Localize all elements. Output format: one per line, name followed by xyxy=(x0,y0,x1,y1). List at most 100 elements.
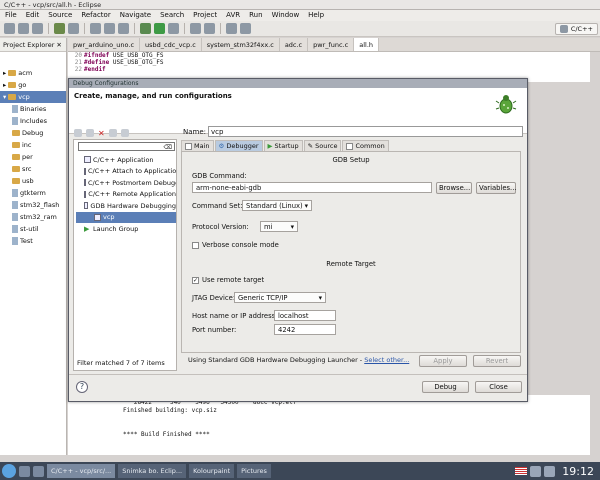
apply-button[interactable]: Apply xyxy=(419,355,467,367)
filter-config-icon[interactable] xyxy=(120,129,129,137)
menu-window[interactable]: Window xyxy=(272,11,300,20)
close-button[interactable]: Close xyxy=(475,381,522,393)
filter-input[interactable]: ⌫ xyxy=(78,142,175,151)
menu-edit[interactable]: Edit xyxy=(26,11,40,20)
project-item[interactable]: per xyxy=(0,151,66,163)
port-input[interactable]: 4242 xyxy=(274,324,336,335)
revert-button[interactable]: Revert xyxy=(473,355,521,367)
open-type-icon[interactable] xyxy=(204,23,215,34)
browse-button[interactable]: Browse... xyxy=(436,182,472,194)
delete-config-icon[interactable]: ✕ xyxy=(98,129,105,138)
tab-startup[interactable]: ▶ Startup xyxy=(263,140,303,151)
build-icon[interactable] xyxy=(54,23,65,34)
tab-common[interactable]: Common xyxy=(342,140,389,151)
build-config-icon[interactable] xyxy=(68,23,79,34)
binaries-icon xyxy=(12,105,18,113)
editor-tab[interactable]: pwr_arduino_uno.c xyxy=(68,38,141,51)
forward-icon[interactable] xyxy=(240,23,251,34)
dialog-title[interactable]: Debug Configurations xyxy=(69,79,527,88)
project-item[interactable]: stm32_flash xyxy=(0,199,66,211)
gdb-command-input[interactable]: arm-none-eabi-gdb xyxy=(192,182,432,193)
task-pictures[interactable]: Pictures xyxy=(237,464,271,478)
project-item[interactable]: st-util xyxy=(0,223,66,235)
command-set-select[interactable]: Standard (Linux) ▾ xyxy=(242,200,312,211)
config-type-item[interactable]: C/C++ Remote Application xyxy=(76,189,176,201)
print-icon[interactable] xyxy=(32,23,43,34)
new-project-icon[interactable] xyxy=(90,23,101,34)
config-type-item[interactable]: GDB Hardware Debugging xyxy=(76,200,176,212)
project-item[interactable]: Test xyxy=(0,235,66,247)
project-item[interactable]: gtkterm xyxy=(0,187,66,199)
verbose-checkbox[interactable]: Verbose console mode xyxy=(192,241,279,249)
menu-help[interactable]: Help xyxy=(308,11,324,20)
kde-menu-icon[interactable] xyxy=(2,464,16,478)
new-config-icon[interactable] xyxy=(74,129,82,137)
task-kolourpaint[interactable]: Kolourpaint xyxy=(189,464,235,478)
perspective-switcher[interactable]: C/C++ xyxy=(554,23,598,35)
us-flag-icon[interactable] xyxy=(515,467,528,475)
run-icon[interactable] xyxy=(154,23,165,34)
project-item-selected[interactable]: ▾ vcp xyxy=(0,91,66,103)
menu-avr[interactable]: AVR xyxy=(226,11,240,20)
collapse-all-icon[interactable] xyxy=(108,129,117,137)
editor-tab[interactable]: adc.c xyxy=(279,38,309,51)
project-explorer-title[interactable]: Project Explorer ✕ xyxy=(0,38,66,52)
use-remote-target-checkbox[interactable]: ✓ Use remote target xyxy=(192,276,264,284)
protocol-version-select[interactable]: mi ▾ xyxy=(260,221,298,232)
variables-button[interactable]: Variables... xyxy=(476,182,517,194)
menu-file[interactable]: File xyxy=(5,11,17,20)
show-desktop-icon[interactable] xyxy=(19,465,30,477)
menu-run[interactable]: Run xyxy=(249,11,262,20)
project-item[interactable]: inc xyxy=(0,139,66,151)
new-icon[interactable] xyxy=(4,23,15,34)
save-icon[interactable] xyxy=(18,23,29,34)
tab-debugger[interactable]: ⚙ Debugger xyxy=(214,140,263,151)
network-icon[interactable] xyxy=(544,465,556,477)
search-icon[interactable] xyxy=(190,23,201,34)
project-item[interactable]: ▸ acm xyxy=(0,67,66,79)
task-snapshot[interactable]: Snimka bo. Eclip... xyxy=(118,464,187,478)
help-icon[interactable]: ? xyxy=(76,381,88,393)
debug-button[interactable]: Debug xyxy=(422,381,469,393)
menu-source[interactable]: Source xyxy=(48,11,72,20)
project-item[interactable]: ▸ go xyxy=(0,79,66,91)
external-tools-icon[interactable] xyxy=(168,23,179,34)
project-item[interactable]: usb xyxy=(0,175,66,187)
clock[interactable]: 19:12 xyxy=(562,465,598,478)
project-item[interactable]: Binaries xyxy=(0,103,66,115)
menu-project[interactable]: Project xyxy=(193,11,217,20)
project-item[interactable]: stm32_ram xyxy=(0,211,66,223)
config-type-item[interactable]: ▶ Launch Group xyxy=(76,223,176,235)
debug-icon[interactable] xyxy=(140,23,151,34)
file-manager-icon[interactable] xyxy=(33,465,44,477)
new-source-icon[interactable] xyxy=(104,23,115,34)
open-perspective-icon[interactable] xyxy=(559,25,568,33)
menu-navigate[interactable]: Navigate xyxy=(120,11,151,20)
editor-tab-active[interactable]: all.h xyxy=(354,38,380,51)
task-eclipse[interactable]: C/C++ - vcp/src/... xyxy=(47,464,116,478)
console-view[interactable]: 28422 540 5496 34500 86cc vcp.elf Finish… xyxy=(68,395,590,455)
config-type-item[interactable]: C/C++ Postmortem Debugger xyxy=(76,177,176,189)
clear-filter-icon[interactable]: ⌫ xyxy=(164,144,172,151)
jtag-device-select[interactable]: Generic TCP/IP ▾ xyxy=(234,292,326,303)
project-item[interactable]: Debug xyxy=(0,127,66,139)
duplicate-config-icon[interactable] xyxy=(86,129,94,137)
back-icon[interactable] xyxy=(226,23,237,34)
host-input[interactable]: localhost xyxy=(274,310,336,321)
tab-source[interactable]: ✎ Source xyxy=(303,140,342,151)
project-item[interactable]: src xyxy=(0,163,66,175)
menu-search[interactable]: Search xyxy=(160,11,184,20)
config-type-item[interactable]: C/C++ Application xyxy=(76,154,176,166)
editor-tab[interactable]: pwr_func.c xyxy=(308,38,355,51)
config-type-item[interactable]: C/C++ Attach to Application xyxy=(76,166,176,178)
project-item[interactable]: Includes xyxy=(0,115,66,127)
tab-main[interactable]: Main xyxy=(181,140,214,151)
config-name-input[interactable]: vcp xyxy=(208,126,523,137)
menu-refactor[interactable]: Refactor xyxy=(81,11,110,20)
select-other-link[interactable]: Select other... xyxy=(364,356,409,364)
editor-tab[interactable]: system_stm32f4xx.c xyxy=(201,38,280,51)
volume-icon[interactable] xyxy=(530,465,542,477)
config-item-selected[interactable]: vcp xyxy=(76,211,176,223)
new-class-icon[interactable] xyxy=(118,23,129,34)
editor-tab[interactable]: usbd_cdc_vcp.c xyxy=(140,38,202,51)
